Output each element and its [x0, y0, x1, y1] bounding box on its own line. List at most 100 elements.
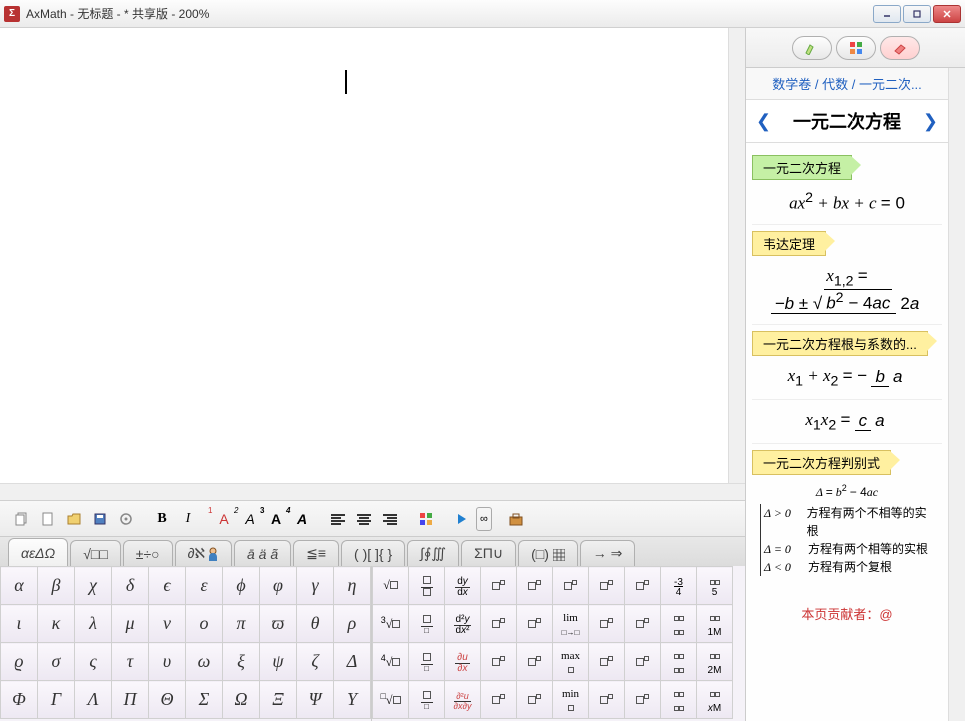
play-button[interactable]	[450, 507, 474, 531]
template-cell[interactable]	[589, 567, 625, 605]
template-cell[interactable]	[517, 567, 553, 605]
template-cell[interactable]	[589, 643, 625, 681]
next-arrow[interactable]: ❯	[919, 111, 942, 132]
tab-accents[interactable]: ā ä ã	[234, 540, 291, 566]
align-center-button[interactable]	[352, 507, 376, 531]
maximize-button[interactable]	[903, 5, 931, 23]
greek-ρ[interactable]: ρ	[334, 605, 371, 643]
italic-button[interactable]: I	[176, 507, 200, 531]
right-vscrollbar[interactable]	[948, 68, 965, 721]
align-left-button[interactable]	[326, 507, 350, 531]
tab-templates[interactable]: √□□	[70, 540, 121, 566]
minimize-button[interactable]	[873, 5, 901, 23]
greek-β[interactable]: β	[38, 567, 75, 605]
template-cell[interactable]	[661, 605, 697, 643]
template-cell[interactable]	[589, 605, 625, 643]
template-cell[interactable]	[625, 681, 661, 719]
equation-editor[interactable]	[0, 28, 728, 483]
greek-Υ[interactable]: Υ	[334, 681, 371, 719]
tab-operators[interactable]: ±÷○	[123, 540, 173, 566]
greek-υ[interactable]: υ	[149, 643, 186, 681]
greek-ψ[interactable]: ψ	[260, 643, 297, 681]
calc-button[interactable]: ∞	[476, 507, 492, 531]
template-cell[interactable]: -34	[661, 567, 697, 605]
template-cell[interactable]: 5	[697, 567, 733, 605]
template-cell[interactable]	[661, 643, 697, 681]
template-cell[interactable]	[517, 605, 553, 643]
hscrollbar[interactable]	[0, 483, 745, 500]
greek-χ[interactable]: χ	[75, 567, 112, 605]
greek-ω[interactable]: ω	[186, 643, 223, 681]
greek-ζ[interactable]: ζ	[297, 643, 334, 681]
style4-button[interactable]: 4A	[290, 507, 314, 531]
toolbox-button[interactable]	[504, 507, 528, 531]
save-button[interactable]	[88, 507, 112, 531]
greek-Δ[interactable]: Δ	[334, 643, 371, 681]
greek-ϕ[interactable]: ϕ	[223, 567, 260, 605]
greek-κ[interactable]: κ	[38, 605, 75, 643]
greek-Φ[interactable]: Φ	[1, 681, 38, 719]
template-cell[interactable]	[517, 643, 553, 681]
greek-ϵ[interactable]: ϵ	[149, 567, 186, 605]
formula-product[interactable]: x1x2 = ca	[752, 400, 942, 444]
vscrollbar[interactable]	[728, 28, 745, 483]
template-cell[interactable]: d²ydx²	[445, 605, 481, 643]
template-cell[interactable]	[625, 643, 661, 681]
formula-sum[interactable]: x1 + x2 = − ba	[752, 356, 942, 400]
align-right-button[interactable]	[378, 507, 402, 531]
breadcrumb[interactable]: 数学卷 / 代数 / 一元二次...	[746, 68, 948, 100]
greek-Ξ[interactable]: Ξ	[260, 681, 297, 719]
section-header[interactable]: 一元二次方程判别式	[752, 450, 891, 475]
greek-ξ[interactable]: ξ	[223, 643, 260, 681]
template-cell[interactable]: □	[409, 605, 445, 643]
prev-arrow[interactable]: ❮	[752, 111, 775, 132]
greek-Γ[interactable]: Γ	[38, 681, 75, 719]
greek-α[interactable]: α	[1, 567, 38, 605]
greek-ε[interactable]: ε	[186, 567, 223, 605]
template-cell[interactable]: 3√	[373, 605, 409, 643]
template-cell[interactable]: max	[553, 643, 589, 681]
tab-special[interactable]: ∂ℵ	[175, 540, 232, 566]
template-cell[interactable]: dydx	[445, 567, 481, 605]
section-header[interactable]: 韦达定理	[752, 231, 826, 256]
greek-Π[interactable]: Π	[112, 681, 149, 719]
template-cell[interactable]	[589, 681, 625, 719]
greek-θ[interactable]: θ	[297, 605, 334, 643]
tab-relations[interactable]: ≦≡	[293, 540, 339, 566]
greek-τ[interactable]: τ	[112, 643, 149, 681]
greek-δ[interactable]: δ	[112, 567, 149, 605]
template-cell[interactable]: □	[409, 681, 445, 719]
greek-λ[interactable]: λ	[75, 605, 112, 643]
greek-o[interactable]: o	[186, 605, 223, 643]
greek-Λ[interactable]: Λ	[75, 681, 112, 719]
greek-μ[interactable]: μ	[112, 605, 149, 643]
eraser-button[interactable]	[880, 36, 920, 60]
template-cell[interactable]: ∂u∂x	[445, 643, 481, 681]
open-button[interactable]	[62, 507, 86, 531]
greek-π[interactable]: π	[223, 605, 260, 643]
close-button[interactable]	[933, 5, 961, 23]
tab-integrals[interactable]: ∫∮∭	[407, 540, 459, 566]
template-cell[interactable]: xM	[697, 681, 733, 719]
bold-button[interactable]: B	[150, 507, 174, 531]
greek-Ω[interactable]: Ω	[223, 681, 260, 719]
template-cell[interactable]	[481, 643, 517, 681]
template-cell[interactable]: □√	[373, 681, 409, 719]
tab-bigops[interactable]: ΣΠ∪	[461, 540, 516, 566]
color-button[interactable]	[414, 507, 438, 531]
discriminant-block[interactable]: Δ = b2 − 4ac Δ > 0方程有两个不相等的实根 Δ = 0方程有两个…	[752, 475, 942, 584]
new-button[interactable]	[36, 507, 60, 531]
template-cell[interactable]: min	[553, 681, 589, 719]
template-cell[interactable]: ∂²u∂x∂y	[445, 681, 481, 719]
template-cell[interactable]: 4√	[373, 643, 409, 681]
template-cell[interactable]	[661, 681, 697, 719]
greek-ϖ[interactable]: ϖ	[260, 605, 297, 643]
highlighter-button[interactable]	[792, 36, 832, 60]
greek-Θ[interactable]: Θ	[149, 681, 186, 719]
template-cell[interactable]: □	[409, 643, 445, 681]
section-header[interactable]: 一元二次方程	[752, 155, 852, 180]
style3-button[interactable]: 3A	[264, 507, 288, 531]
tab-brackets[interactable]: ( )[ ]{ }	[341, 540, 405, 566]
template-cell[interactable]	[409, 567, 445, 605]
greek-η[interactable]: η	[334, 567, 371, 605]
